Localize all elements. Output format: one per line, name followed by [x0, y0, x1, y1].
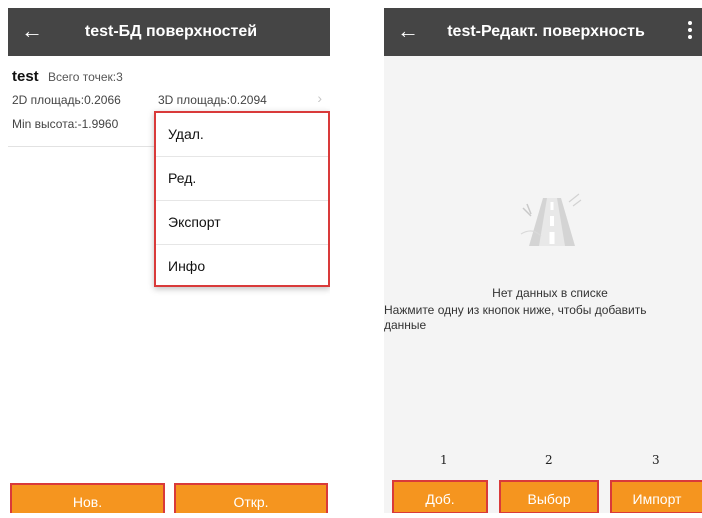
menu-item-edit[interactable]: Ред. — [156, 157, 328, 201]
import-button[interactable]: Импорт — [610, 480, 702, 513]
area-3d: 3D площадь:0.2094 — [158, 93, 267, 107]
back-arrow-icon[interactable]: ← — [18, 17, 46, 45]
more-vert-icon[interactable] — [682, 18, 698, 46]
chevron-right-icon: › — [317, 90, 322, 106]
area-2d: 2D площадь:0.2066 — [12, 93, 121, 107]
step-number: 1 — [440, 453, 448, 467]
min-height: Min высота:-1.9960 — [12, 117, 119, 131]
menu-item-delete[interactable]: Удал. — [156, 113, 328, 157]
empty-state-hint: Нажмите одну из кнопок ниже, чтобы добав… — [384, 303, 647, 332]
back-arrow-icon[interactable]: ← — [394, 17, 422, 45]
select-button[interactable]: Выбор — [499, 480, 599, 513]
app-bar: ← test-БД поверхностей — [8, 8, 330, 56]
points-count: Всего точек:3 — [48, 70, 123, 84]
page-title: test-БД поверхностей — [84, 23, 258, 40]
edit-surface-screen: ← test-Редакт. поверхность Нет данных в … — [384, 8, 702, 513]
add-button[interactable]: Доб. — [392, 480, 488, 513]
step-number: 3 — [652, 453, 660, 467]
menu-item-export[interactable]: Экспорт — [156, 201, 328, 245]
surface-db-screen: ← test-БД поверхностей test Всего точек:… — [8, 8, 330, 513]
app-bar: ← test-Редакт. поверхность — [384, 8, 702, 56]
surface-name: test — [12, 68, 39, 85]
page-title: test-Редакт. поверхность — [447, 23, 645, 40]
open-button[interactable]: Откр. — [174, 483, 328, 513]
menu-item-info[interactable]: Инфо — [156, 245, 328, 288]
step-number: 2 — [545, 453, 553, 467]
empty-state-title: Нет данных в списке — [492, 286, 608, 300]
context-menu: Удал. Ред. Экспорт Инфо — [154, 111, 330, 287]
empty-road-icon — [520, 193, 582, 246]
new-button[interactable]: Нов. — [10, 483, 165, 513]
